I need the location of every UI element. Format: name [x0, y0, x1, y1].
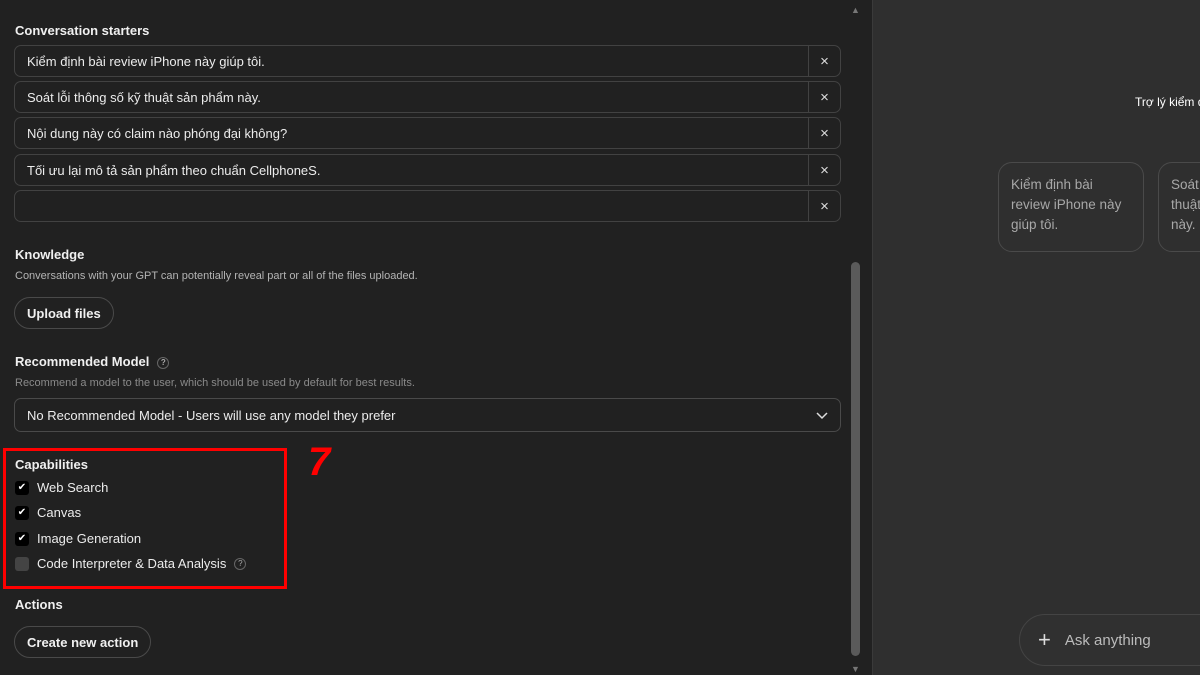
- close-icon[interactable]: ×: [808, 46, 840, 76]
- chat-input[interactable]: + Ask anything: [1019, 614, 1200, 666]
- starter-field[interactable]: Soát lỗi thông số kỹ thuật sản phẩm này.…: [14, 81, 841, 113]
- starter-card[interactable]: Soát lỗi thông số kỹ thuật sản phẩm này.: [1158, 162, 1200, 252]
- scroll-up-arrow-icon[interactable]: ▲: [851, 5, 860, 15]
- starter-text[interactable]: Soát lỗi thông số kỹ thuật sản phẩm này.: [15, 90, 808, 105]
- model-description: Recommend a model to the user, which sho…: [15, 377, 415, 389]
- gpt-config-panel: Conversation starters Kiểm định bài revi…: [0, 0, 872, 675]
- recommended-model-heading: Recommended Model?: [15, 354, 170, 369]
- starter-field[interactable]: Nội dung này có claim nào phóng đại khôn…: [14, 117, 841, 149]
- close-icon[interactable]: ×: [808, 155, 840, 185]
- knowledge-description: Conversations with your GPT can potentia…: [15, 270, 418, 282]
- chevron-down-icon: [816, 408, 828, 423]
- actions-heading: Actions: [15, 597, 63, 612]
- starter-text[interactable]: Kiểm định bài review iPhone này giúp tôi…: [15, 54, 808, 69]
- chat-input-placeholder: Ask anything: [1064, 631, 1151, 649]
- upload-files-button[interactable]: Upload files: [14, 297, 114, 329]
- model-selected: No Recommended Model - Users will use an…: [27, 407, 396, 423]
- preview-panel: Trợ lý kiểm đ Kiểm định bài review iPhon…: [872, 0, 1200, 675]
- starter-text[interactable]: Tối ưu lại mô tả sản phẩm theo chuẩn Cel…: [15, 163, 808, 178]
- gpt-title: Trợ lý kiểm đ: [1135, 95, 1200, 109]
- knowledge-heading: Knowledge: [15, 247, 85, 262]
- scroll-down-arrow-icon[interactable]: ▼: [851, 664, 860, 674]
- starter-field[interactable]: Tối ưu lại mô tả sản phẩm theo chuẩn Cel…: [14, 154, 841, 186]
- close-icon[interactable]: ×: [808, 191, 840, 221]
- starter-text[interactable]: Nội dung này có claim nào phóng đại khôn…: [15, 126, 808, 141]
- starter-card[interactable]: Kiểm định bài review iPhone này giúp tôi…: [998, 162, 1144, 252]
- starter-field-empty[interactable]: ×: [14, 190, 841, 222]
- plus-icon[interactable]: +: [1038, 627, 1051, 653]
- recommended-model-label: Recommended Model: [15, 354, 150, 369]
- create-new-action-button[interactable]: Create new action: [14, 626, 152, 658]
- close-icon[interactable]: ×: [808, 118, 840, 148]
- starter-field[interactable]: Kiểm định bài review iPhone này giúp tôi…: [14, 45, 841, 77]
- model-select[interactable]: No Recommended Model - Users will use an…: [14, 398, 841, 432]
- scrollbar-thumb[interactable]: [851, 262, 860, 656]
- help-icon[interactable]: ?: [157, 356, 170, 369]
- annotation-highlight-box: [3, 448, 287, 589]
- starters-heading: Conversation starters: [15, 23, 150, 38]
- annotation-step-number: 7: [308, 440, 331, 484]
- close-icon[interactable]: ×: [808, 82, 840, 112]
